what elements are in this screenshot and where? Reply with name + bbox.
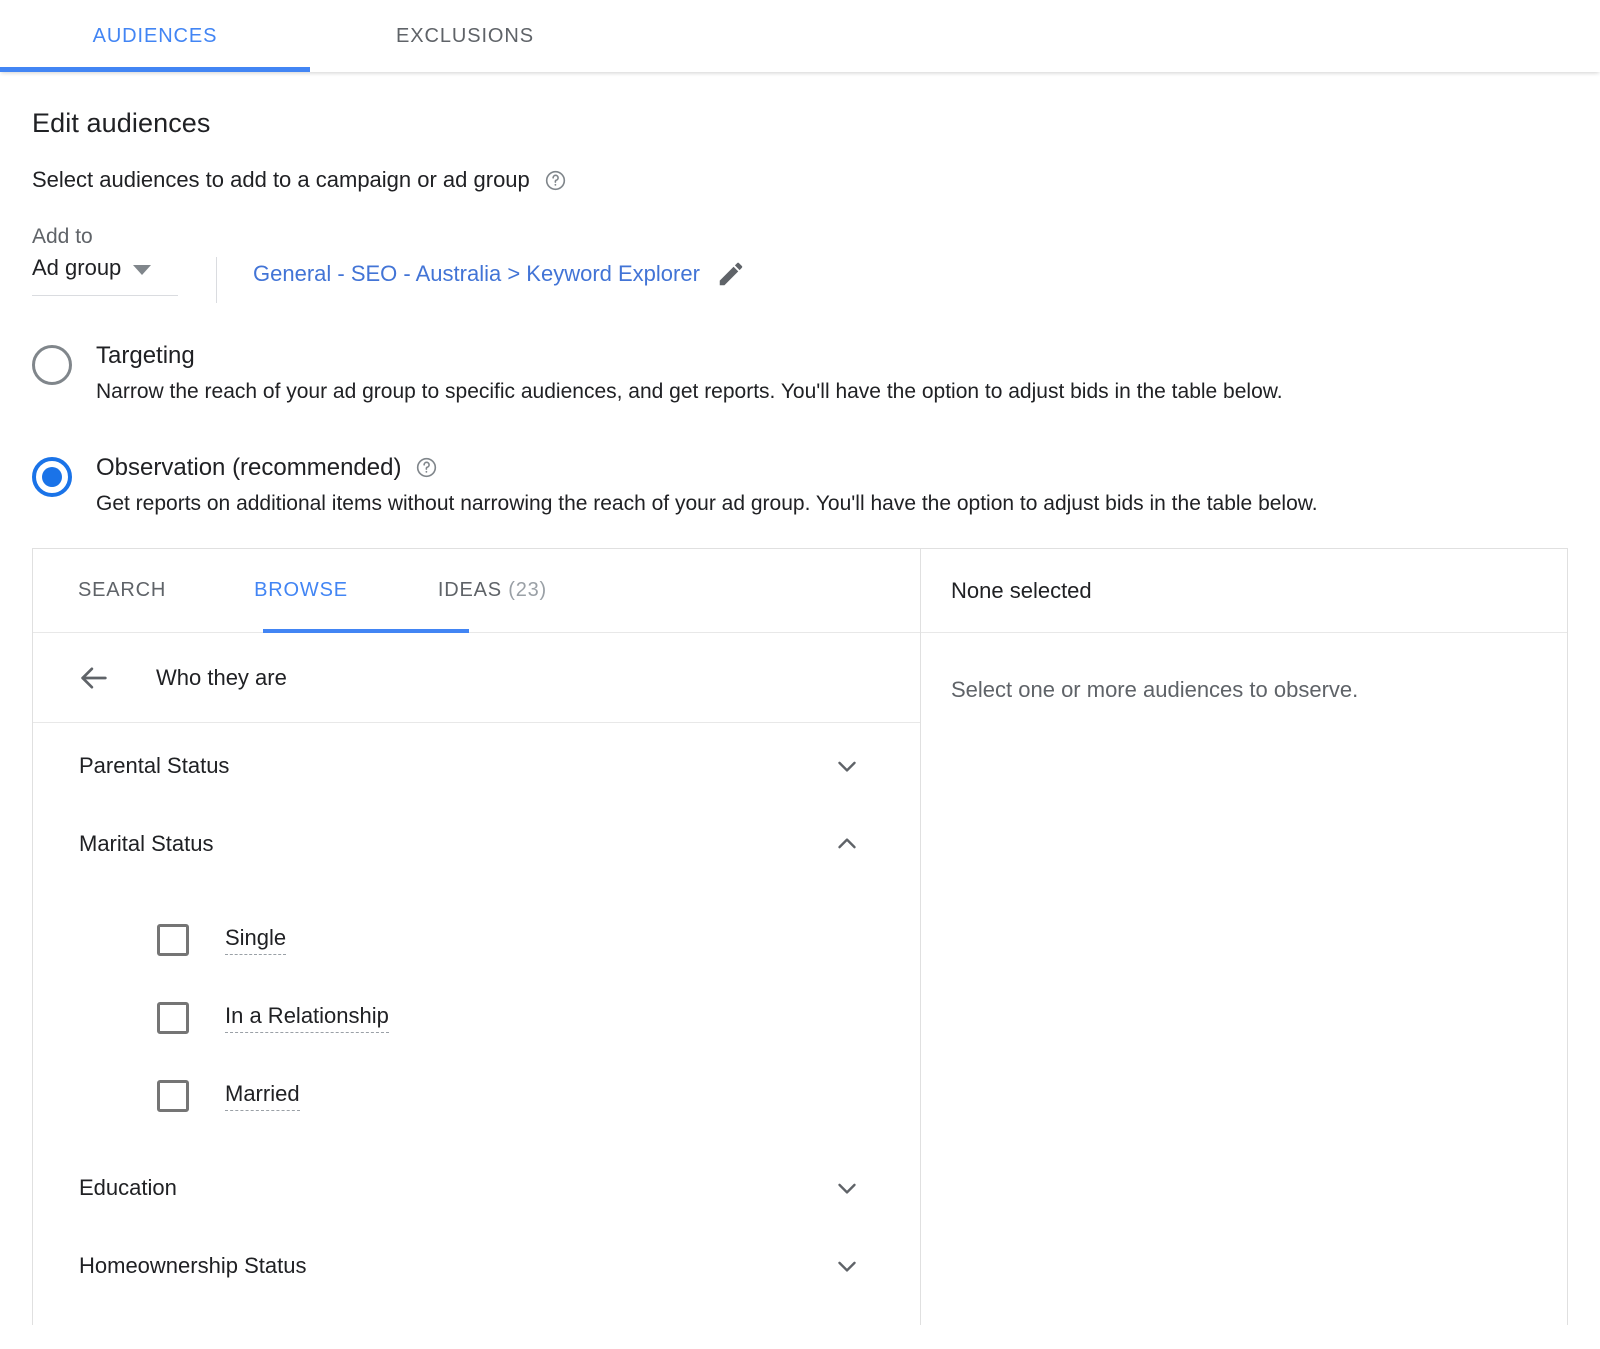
category-parental-status[interactable]: Parental Status [33, 727, 920, 805]
help-circle-icon[interactable] [415, 456, 438, 479]
audience-option-in-a-relationship-label: In a Relationship [225, 1003, 389, 1032]
audience-option-married-label: Married [225, 1081, 300, 1110]
page-content: Edit audiences Select audiences to add t… [0, 108, 1600, 1325]
selector-active-tab-indicator [263, 629, 469, 633]
audience-option-single[interactable]: Single [33, 901, 920, 979]
tab-exclusions[interactable]: EXCLUSIONS [310, 0, 620, 72]
selector-tab-ideas-count: (23) [508, 579, 547, 601]
audience-option-in-a-relationship[interactable]: In a Relationship [33, 979, 920, 1057]
category-marital-status[interactable]: Marital Status [33, 805, 920, 883]
scope-select-value: Ad group [32, 255, 121, 281]
selector-tab-browse[interactable]: BROWSE [254, 579, 348, 602]
mode-option-targeting-texts: Targeting Narrow the reach of your ad gr… [96, 343, 1568, 407]
add-to-label: Add to [32, 225, 1568, 249]
mode-option-targeting-title: Targeting [96, 343, 195, 368]
category-homeownership-status[interactable]: Homeownership Status [33, 1227, 920, 1305]
caret-down-icon [133, 265, 151, 275]
audience-selector-panel: SEARCH BROWSE IDEAS (23) Who they are [32, 548, 1568, 1325]
selection-summary-panel: None selected Select one or more audienc… [921, 549, 1567, 1325]
category-marital-status-label: Marital Status [79, 831, 214, 857]
tab-audiences-label: AUDIENCES [93, 25, 218, 48]
selector-tab-bar: SEARCH BROWSE IDEAS (23) [33, 549, 920, 633]
mode-option-observation[interactable]: Observation (recommended) Get reports on… [32, 455, 1568, 519]
mode-option-observation-description: Get reports on additional items without … [96, 490, 1568, 518]
browser-breadcrumb-row: Who they are [33, 633, 920, 723]
audience-browser: SEARCH BROWSE IDEAS (23) Who they are [33, 549, 921, 1325]
chevron-down-icon[interactable] [832, 1173, 862, 1203]
mode-option-targeting[interactable]: Targeting Narrow the reach of your ad gr… [32, 343, 1568, 407]
page-title: Edit audiences [32, 108, 1568, 139]
selector-tab-ideas-label: IDEAS [438, 579, 502, 601]
checkbox-married[interactable] [157, 1080, 189, 1112]
browser-breadcrumb-title: Who they are [156, 665, 287, 691]
checkbox-single[interactable] [157, 924, 189, 956]
selector-tab-search[interactable]: SEARCH [78, 579, 166, 602]
page-subtitle: Select audiences to add to a campaign or… [32, 167, 530, 193]
audience-option-married[interactable]: Married [33, 1057, 920, 1135]
audience-option-single-label: Single [225, 925, 286, 954]
active-tab-indicator [0, 67, 310, 72]
radio-observation[interactable] [32, 457, 72, 497]
breadcrumb: General - SEO - Australia > Keyword Expl… [253, 259, 746, 289]
breadcrumb-link[interactable]: General - SEO - Australia > Keyword Expl… [253, 261, 700, 287]
chevron-up-icon[interactable] [832, 829, 862, 859]
divider [216, 257, 217, 303]
mode-option-observation-title-row: Observation (recommended) [96, 455, 1568, 480]
radio-targeting[interactable] [32, 345, 72, 385]
category-homeownership-status-label: Homeownership Status [79, 1253, 306, 1279]
add-to-row: Ad group General - SEO - Australia > Key… [32, 255, 1568, 303]
top-tab-bar: AUDIENCES EXCLUSIONS [0, 0, 1600, 72]
category-parental-status-label: Parental Status [79, 753, 229, 779]
selector-tab-ideas[interactable]: IDEAS (23) [438, 579, 547, 602]
category-education-label: Education [79, 1175, 177, 1201]
arrow-left-icon[interactable] [77, 661, 111, 695]
tab-audiences[interactable]: AUDIENCES [0, 0, 310, 72]
category-marital-status-options: Single In a Relationship Married [33, 883, 920, 1149]
category-education[interactable]: Education [33, 1149, 920, 1227]
pencil-icon[interactable] [716, 259, 746, 289]
chevron-down-icon[interactable] [832, 1251, 862, 1281]
help-circle-icon[interactable] [544, 169, 567, 192]
mode-option-targeting-description: Narrow the reach of your ad group to spe… [96, 378, 1568, 406]
scope-select[interactable]: Ad group [32, 255, 178, 296]
page-subtitle-row: Select audiences to add to a campaign or… [32, 167, 1568, 193]
selection-summary-heading: None selected [921, 549, 1567, 633]
tab-exclusions-label: EXCLUSIONS [396, 25, 534, 48]
chevron-down-icon[interactable] [832, 751, 862, 781]
mode-option-observation-texts: Observation (recommended) Get reports on… [96, 455, 1568, 519]
mode-radio-group: Targeting Narrow the reach of your ad gr… [32, 343, 1568, 518]
checkbox-in-a-relationship[interactable] [157, 1002, 189, 1034]
mode-option-targeting-title-row: Targeting [96, 343, 1568, 368]
mode-option-observation-title: Observation (recommended) [96, 455, 401, 480]
selection-summary-empty-message: Select one or more audiences to observe. [921, 633, 1567, 703]
